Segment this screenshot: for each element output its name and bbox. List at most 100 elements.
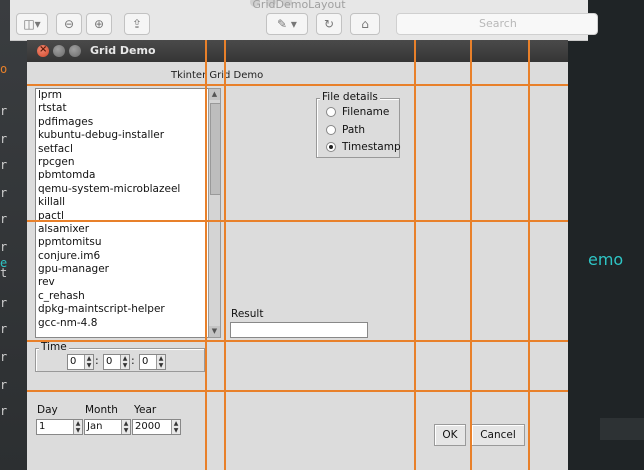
list-item[interactable]: rev xyxy=(36,276,208,289)
list-item[interactable]: conjure.im6 xyxy=(36,250,208,263)
close-button[interactable]: × xyxy=(37,44,49,57)
list-item[interactable]: lprm xyxy=(36,89,208,102)
list-item[interactable]: rpcgen xyxy=(36,156,208,169)
zoom-in-button[interactable]: ⊕ xyxy=(86,13,112,35)
minimize-button[interactable] xyxy=(53,45,65,57)
grid-line-horizontal xyxy=(27,340,568,342)
year-value: 2000 xyxy=(135,421,161,432)
spin-arrows-icon[interactable]: ▲ ▼ xyxy=(73,420,82,434)
spin-arrows-icon[interactable]: ▲ ▼ xyxy=(84,355,93,369)
grid-line-vertical xyxy=(470,40,472,470)
markup-button[interactable]: ✎ ▾ xyxy=(266,13,308,35)
spin-arrows-icon[interactable]: ▲ ▼ xyxy=(121,420,130,434)
zoom-out-button[interactable]: ⊖ xyxy=(56,13,82,35)
hour-spinbox[interactable]: 0 ▲ ▼ xyxy=(67,354,94,370)
hour-value: 0 xyxy=(70,356,77,367)
toolbox-button[interactable]: ⌂ xyxy=(350,13,380,35)
grid-line-vertical xyxy=(224,40,226,470)
list-item[interactable]: qemu-system-microblazeel xyxy=(36,183,208,196)
second-value: 0 xyxy=(142,356,149,367)
month-spinbox[interactable]: Jan ▲ ▼ xyxy=(84,419,131,435)
terminal-glyph: r xyxy=(0,378,8,392)
radio-filename[interactable]: Filename xyxy=(326,106,389,118)
rotate-icon: ↻ xyxy=(323,17,335,31)
result-label: Result xyxy=(231,308,264,320)
spin-arrows-icon[interactable]: ▲ ▼ xyxy=(171,420,180,434)
background-terminal-text: emo xyxy=(588,250,624,269)
day-spinbox[interactable]: 1 ▲ ▼ xyxy=(36,419,83,435)
terminal-glyph: o xyxy=(0,62,8,76)
list-item[interactable]: pdfimages xyxy=(36,116,208,129)
listbox-scrollbar[interactable]: ▲ ▼ xyxy=(208,88,221,338)
radio-icon xyxy=(326,142,336,152)
list-item[interactable]: gpu-manager xyxy=(36,263,208,276)
terminal-glyph: r xyxy=(0,404,8,418)
terminal-glyph: r xyxy=(0,158,8,172)
year-label: Year xyxy=(134,404,157,416)
radio-timestamp[interactable]: Timestamp xyxy=(326,141,401,153)
time-separator: : xyxy=(95,354,99,367)
cancel-button[interactable]: Cancel xyxy=(471,424,525,446)
list-item[interactable]: c_rehash xyxy=(36,290,208,303)
grid-line-horizontal xyxy=(27,84,568,86)
list-item[interactable]: pbmtomda xyxy=(36,169,208,182)
list-item[interactable]: kubuntu-debug-installer xyxy=(36,129,208,142)
radio-icon xyxy=(326,125,336,135)
terminal-glyph: r xyxy=(0,104,8,118)
grid-line-horizontal xyxy=(27,390,568,392)
mac-window-toolbar: GridDemoLayout ◫▾ ⊖ ⊕ ⇪ ✎ ▾ ↻ ⌂ Search xyxy=(10,0,598,41)
second-spinbox[interactable]: 0 ▲ ▼ xyxy=(139,354,166,370)
day-label: Day xyxy=(37,404,58,416)
share-icon: ⇪ xyxy=(131,17,143,31)
list-item[interactable]: alsamixer xyxy=(36,223,208,236)
tk-content: Tkinter Grid Demo lprm rtstat pdfimages kub… xyxy=(27,62,568,470)
toolbox-icon: ⌂ xyxy=(361,17,369,31)
scroll-up-icon[interactable]: ▲ xyxy=(209,89,220,100)
terminal-glyph: r xyxy=(0,186,8,200)
minute-spinbox[interactable]: 0 ▲ ▼ xyxy=(103,354,130,370)
maximize-button[interactable] xyxy=(69,45,81,57)
list-item[interactable]: setfacl xyxy=(36,143,208,156)
list-item[interactable]: dpkg-maintscript-helper xyxy=(36,303,208,316)
search-placeholder: Search xyxy=(479,17,517,30)
mac-window-title: GridDemoLayout xyxy=(252,0,346,11)
ok-button[interactable]: OK xyxy=(434,424,466,446)
result-entry[interactable] xyxy=(230,322,368,338)
terminal-glyph: r xyxy=(0,322,8,336)
grid-line-horizontal xyxy=(27,220,568,222)
zoom-in-icon: ⊕ xyxy=(93,17,105,31)
sidebar-toggle-button[interactable]: ◫▾ xyxy=(16,13,48,35)
spin-arrows-icon[interactable]: ▲ ▼ xyxy=(156,355,165,369)
scroll-down-icon[interactable]: ▼ xyxy=(209,326,220,337)
radio-path[interactable]: Path xyxy=(326,124,365,136)
rotate-button[interactable]: ↻ xyxy=(316,13,342,35)
terminal-glyph: r xyxy=(0,296,8,310)
spin-arrows-icon[interactable]: ▲ ▼ xyxy=(120,355,129,369)
list-item[interactable]: ppmtomitsu xyxy=(36,236,208,249)
command-listbox[interactable]: lprm rtstat pdfimages kubuntu-debug-install… xyxy=(35,88,209,338)
radio-label: Path xyxy=(342,124,366,136)
pen-icon: ✎ ▾ xyxy=(277,17,297,31)
close-icon: × xyxy=(39,44,48,55)
terminal-glyph: r xyxy=(0,350,8,364)
year-spinbox[interactable]: 2000 ▲ ▼ xyxy=(132,419,181,435)
list-item[interactable]: killall xyxy=(36,196,208,209)
grid-line-vertical xyxy=(205,40,207,470)
terminal-glyph: t xyxy=(0,266,8,280)
terminal-glyph: r xyxy=(0,240,8,254)
radio-label: Filename xyxy=(342,106,390,118)
grid-line-vertical xyxy=(414,40,416,470)
scroll-thumb[interactable] xyxy=(210,103,221,195)
terminal-glyph: r xyxy=(0,132,8,146)
tk-window: × Grid Demo Tkinter Grid Demo lprm rtstat… xyxy=(27,40,568,470)
share-button[interactable]: ⇪ xyxy=(124,13,150,35)
desktop-right xyxy=(568,0,644,470)
time-separator: : xyxy=(131,354,135,367)
search-field[interactable]: Search xyxy=(396,13,598,35)
grid-line-vertical xyxy=(528,40,530,470)
list-item[interactable]: gcc-nm-4.8 xyxy=(36,317,208,330)
list-item[interactable]: rtstat xyxy=(36,102,208,115)
tk-titlebar[interactable]: × Grid Demo xyxy=(27,40,568,62)
file-details-title: File details xyxy=(320,91,380,103)
time-title: Time xyxy=(39,341,69,353)
